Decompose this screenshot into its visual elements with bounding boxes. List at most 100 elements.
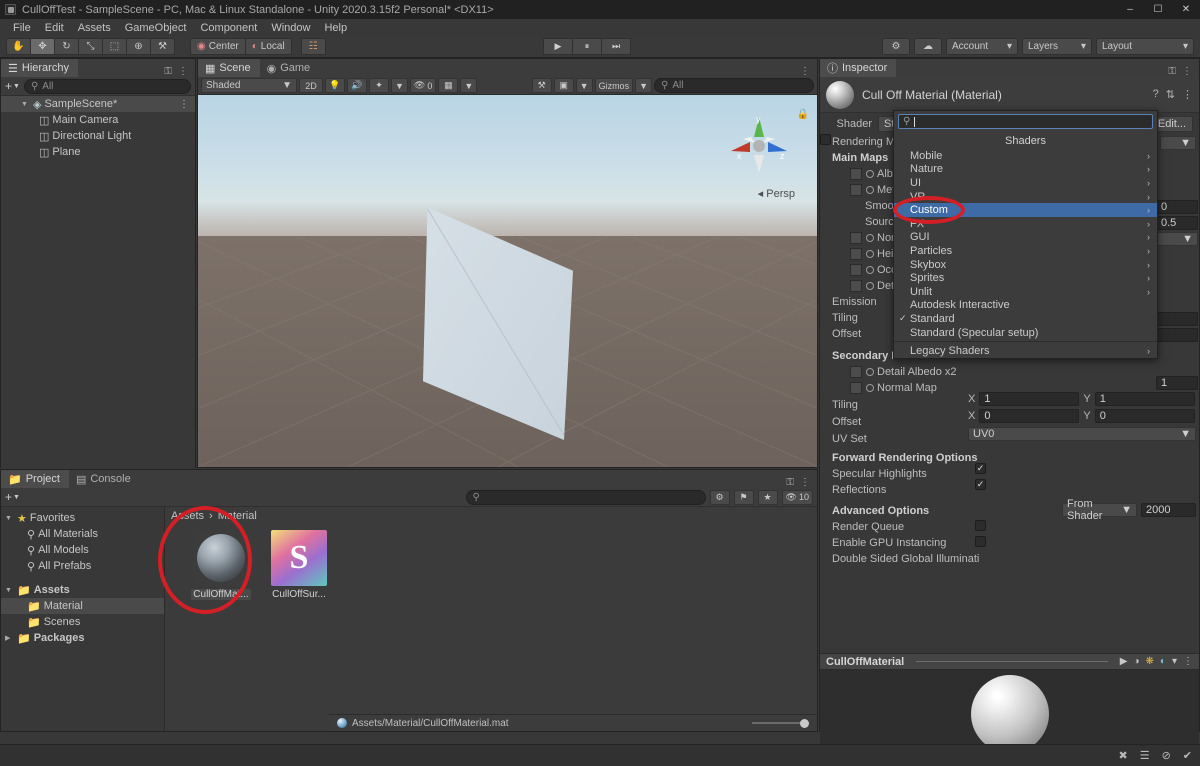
menu-component[interactable]: Component [193, 20, 264, 36]
tiling-y-field[interactable]: 1 [1094, 392, 1195, 406]
add-gameobject-button[interactable]: + ▼ [5, 79, 20, 93]
tree-assets[interactable]: ▼ 📁 Assets [1, 582, 164, 598]
kebab-menu-icon[interactable]: ⋮ [179, 99, 195, 110]
hidden-packages-toggle[interactable]: 👁 10 [781, 489, 813, 505]
shader-menu-item-custom[interactable]: Custom › [894, 203, 1157, 217]
help-icon[interactable]: ? [1153, 88, 1159, 101]
kebab-menu-icon[interactable]: ⋮ [178, 66, 188, 77]
tree-assets-scenes[interactable]: 📁 Scenes [1, 614, 164, 630]
scale-tool-icon[interactable]: ⤡ [78, 38, 103, 55]
tab-scene[interactable]: ▦ Scene [198, 59, 260, 77]
shader-menu-item-mobile[interactable]: Mobile › [894, 149, 1157, 163]
kebab-menu-icon[interactable]: ⋮ [800, 66, 810, 77]
lock-icon[interactable]: ⚿ [786, 477, 794, 488]
step-button[interactable]: ⏭ [601, 38, 631, 55]
layers-status-icon[interactable]: ☰ [1140, 749, 1150, 762]
minimize-button[interactable]: – [1116, 0, 1144, 19]
color-radio-icon[interactable] [866, 250, 874, 258]
layers-dropdown[interactable]: Layers ▾ [1022, 38, 1092, 55]
texture-swatch[interactable] [850, 264, 862, 276]
cloud-icon[interactable]: ☁ [914, 38, 942, 55]
menu-window[interactable]: Window [264, 20, 317, 36]
thumbnail-size-slider[interactable] [752, 718, 809, 728]
prop-detail-albedo[interactable]: Detail Albedo x2 [820, 364, 1199, 380]
shader-selection-popup[interactable]: ⚲ Shaders Mobile › Nature › UI › VR › Cu… [893, 110, 1158, 359]
account-dropdown[interactable]: Account ▾ [946, 38, 1018, 55]
scene-camera-icon[interactable]: ▣ [553, 78, 574, 93]
move-tool-icon[interactable]: ✥ [30, 38, 55, 55]
offset-x-field[interactable]: 0 [979, 409, 1080, 423]
shader-menu-item-ui[interactable]: UI › [894, 176, 1157, 190]
scene-lighting-icon[interactable]: 💡 [325, 78, 345, 93]
project-search-input[interactable]: ⚲ [465, 489, 706, 505]
scene-tools-icon[interactable]: ⚒ [531, 78, 552, 93]
color-radio-icon[interactable] [866, 170, 874, 178]
shader-menu-item-nature[interactable]: Nature › [894, 163, 1157, 177]
hierarchy-item-plane[interactable]: ◫ Plane [1, 144, 195, 160]
tab-game[interactable]: ◉ Game [259, 59, 320, 77]
scene-view-lock-icon[interactable]: 🔒 [797, 109, 809, 120]
pivot-mode-button[interactable]: ◉ Center [190, 38, 246, 55]
kebab-menu-icon[interactable]: ⋮ [1183, 656, 1193, 667]
render-queue-mode-dropdown[interactable]: From Shader ▼ [1062, 498, 1137, 522]
chevron-down-icon[interactable]: ▼ [5, 515, 14, 522]
tree-packages[interactable]: ▶ 📁 Packages [1, 630, 164, 646]
color-radio-icon[interactable] [866, 384, 874, 392]
normal-map-scale-field[interactable]: 1 [1156, 376, 1198, 390]
shader-menu-item-legacy-shaders[interactable]: Legacy Shaders › [894, 344, 1157, 358]
kebab-menu-icon[interactable]: ⋮ [1182, 66, 1192, 77]
color-radio-icon[interactable] [866, 266, 874, 274]
row-reflections[interactable]: Reflections [820, 482, 1199, 498]
chevron-right-icon[interactable]: ▶ [5, 634, 14, 642]
rect-tool-icon[interactable]: ⬚ [102, 38, 127, 55]
hand-tool-icon[interactable]: ✋ [6, 38, 31, 55]
tab-hierarchy[interactable]: ☰ Hierarchy [1, 59, 78, 77]
row-gpu-instancing[interactable]: Enable GPU Instancing [820, 535, 1199, 551]
color-radio-icon[interactable] [866, 234, 874, 242]
hierarchy-search-input[interactable]: ⚲ All [23, 78, 191, 94]
shader-menu-item-skybox[interactable]: Skybox › [894, 258, 1157, 272]
menu-edit[interactable]: Edit [38, 20, 71, 36]
offset-y-field[interactable]: 0 [1094, 409, 1195, 423]
project-content[interactable]: Assets › Material CullOffMat... S CullOf… [165, 507, 817, 731]
texture-swatch[interactable] [850, 168, 862, 180]
gizmos-button[interactable]: Gizmos [594, 78, 634, 93]
scene-orientation-gizmo[interactable]: x z y [725, 111, 793, 179]
shader-menu-item-gui[interactable]: GUI › [894, 231, 1157, 245]
asset-item-culloffmaterial[interactable]: CullOffMat... [189, 530, 253, 600]
shader-menu-item-fx[interactable]: FX › [894, 217, 1157, 231]
scene-fx-dropdown[interactable]: ▼ [391, 78, 408, 93]
custom-tool-icon[interactable]: ⚒ [150, 38, 175, 55]
shader-menu-item-vr[interactable]: VR › [894, 190, 1157, 204]
render-queue-value-field[interactable]: 2000 [1141, 503, 1196, 517]
maximize-button[interactable]: ☐ [1144, 0, 1172, 19]
lock-icon[interactable]: ⚿ [1168, 66, 1176, 77]
grid-dropdown[interactable]: ▼ [460, 78, 478, 93]
scene-viewport[interactable]: 🔒 x z y ◂ Persp [198, 95, 817, 467]
search-by-label-icon[interactable]: ⚑ [733, 489, 754, 505]
preset-icon[interactable]: ⇅ [1166, 88, 1175, 101]
slider-knob[interactable] [800, 718, 809, 728]
check-status-icon[interactable]: ✔ [1183, 749, 1192, 762]
texture-swatch[interactable] [850, 232, 862, 244]
uv-set-dropdown[interactable]: UV0 ▼ [968, 427, 1196, 441]
search-by-type-icon[interactable]: ⚙ [709, 489, 730, 505]
hierarchy-item-main-camera[interactable]: ◫ Main Camera [1, 112, 195, 128]
texture-swatch[interactable] [850, 366, 862, 378]
hierarchy-scene-row[interactable]: ▼ ◈ SampleScene* ⋮ [1, 96, 195, 112]
tree-all-prefabs[interactable]: ⚲ All Prefabs [1, 558, 164, 574]
preview-lighting-icon[interactable]: ◑ [1133, 656, 1139, 667]
kebab-menu-icon[interactable]: ⋮ [1182, 88, 1193, 101]
2d-toggle-button[interactable]: 2D [299, 78, 323, 93]
pause-button[interactable]: ⏸ [572, 38, 602, 55]
preview-environment-icon[interactable]: ◐ [1160, 656, 1166, 667]
tree-all-models[interactable]: ⚲ All Models [1, 542, 164, 558]
tree-all-materials[interactable]: ⚲ All Materials [1, 526, 164, 542]
grid-snap-icon[interactable]: ☷ [300, 38, 326, 55]
row-render-queue[interactable]: Render Queue [820, 519, 1199, 535]
preview-gizmo-icon[interactable]: ❋ [1146, 656, 1154, 667]
transform-tool-icon[interactable]: ⊕ [126, 38, 151, 55]
menu-help[interactable]: Help [317, 20, 354, 36]
hidden-objects-toggle[interactable]: 👁 0 [409, 78, 437, 93]
layout-dropdown[interactable]: Layout ▾ [1096, 38, 1194, 55]
